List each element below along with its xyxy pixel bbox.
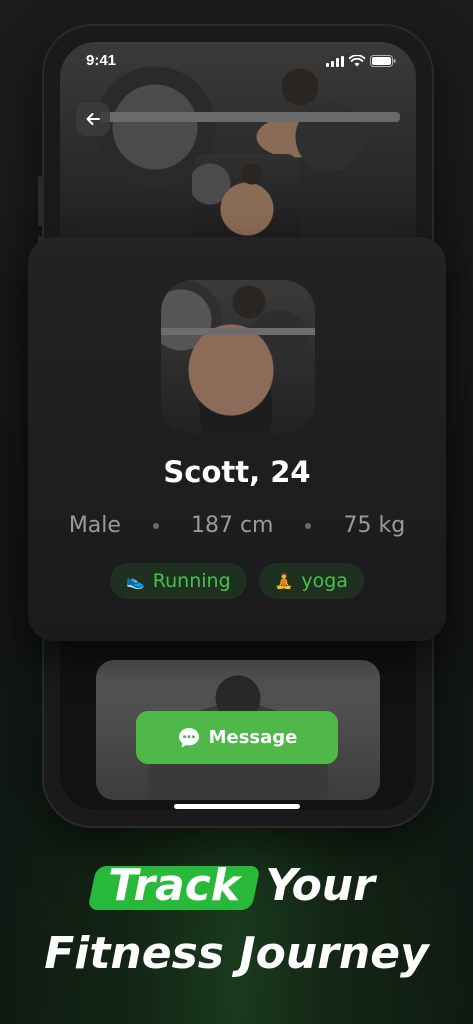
- home-indicator: [174, 804, 300, 809]
- interest-tags: 👟 Running 🧘 yoga: [28, 563, 446, 599]
- volume-up-button: [38, 176, 42, 226]
- height-value: 187 cm: [190, 513, 274, 538]
- yoga-icon: 🧘: [274, 572, 294, 590]
- barbell: [161, 328, 315, 335]
- status-icons: [326, 55, 396, 67]
- avatar: [161, 280, 315, 434]
- profile-card: Scott, 24 Male 187 cm 75 kg 👟 Running 🧘 …: [28, 237, 446, 641]
- profile-stats: Male 187 cm 75 kg: [28, 513, 446, 538]
- weight-value: 75 kg: [343, 513, 406, 538]
- profile-name: Scott, 24: [163, 455, 311, 489]
- signal-icon: [326, 55, 344, 67]
- message-button[interactable]: Message: [136, 711, 338, 764]
- barbell: [100, 112, 400, 122]
- promo-headline: Track Your Fitness Journey: [0, 856, 473, 984]
- battery-icon: [370, 55, 396, 67]
- tag-label: yoga: [301, 570, 348, 592]
- gender-value: Male: [68, 513, 121, 538]
- running-shoe-icon: 👟: [126, 572, 145, 590]
- separator-dot: [305, 522, 312, 529]
- message-label: Message: [208, 727, 298, 748]
- headline-line-2: Fitness Journey: [44, 928, 429, 979]
- back-button[interactable]: [76, 102, 110, 136]
- headline-line-1: Track Your: [0, 856, 473, 916]
- headline-highlight: Track: [98, 856, 250, 916]
- chat-bubble-icon: [178, 727, 199, 747]
- separator-dot: [152, 522, 159, 529]
- tag-yoga[interactable]: 🧘 yoga: [258, 563, 364, 599]
- tag-running[interactable]: 👟 Running: [110, 563, 247, 599]
- tag-label: Running: [152, 570, 231, 592]
- wifi-icon: [349, 55, 365, 67]
- status-time: 9:41: [86, 52, 117, 69]
- arrow-left-icon: [86, 113, 100, 125]
- headline-rest: Your: [265, 860, 375, 911]
- status-bar: 9:41: [60, 42, 416, 82]
